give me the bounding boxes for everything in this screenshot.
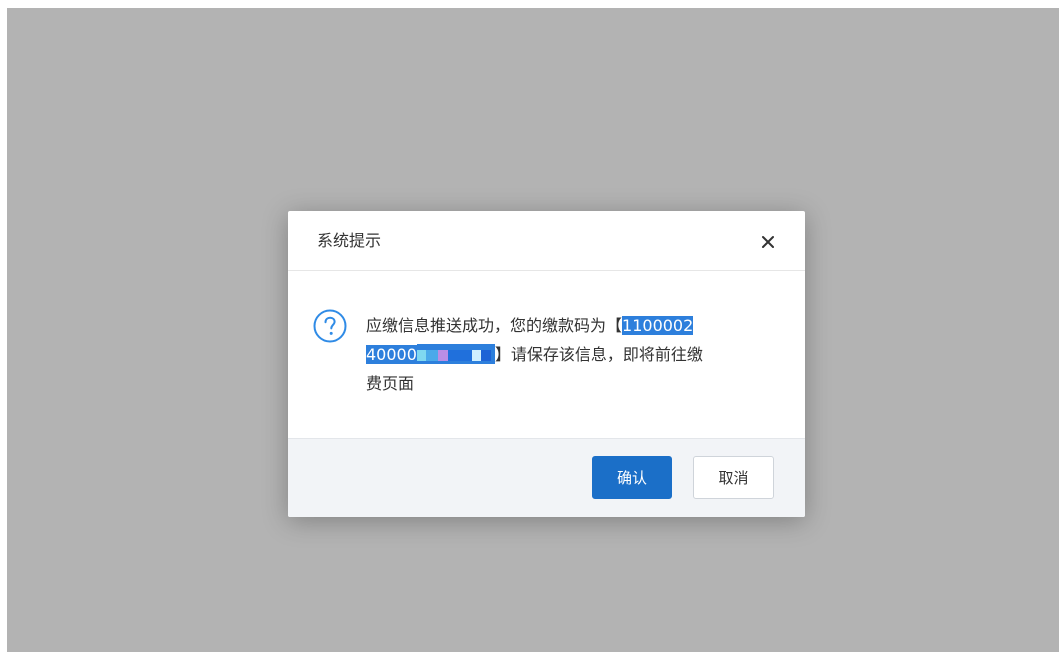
message-prefix: 应缴信息推送成功，您的缴款码为 xyxy=(366,316,607,335)
message-line-1: 应缴信息推送成功，您的缴款码为【1100002 xyxy=(366,311,786,340)
system-prompt-dialog: 系统提示 应缴信息推送成功，您的缴款码为【1100002 40000 】请保存该信… xyxy=(288,211,805,517)
confirm-button[interactable]: 确认 xyxy=(592,456,672,499)
message-after-code: 请保存该信息，即将前往缴 xyxy=(510,345,703,364)
close-bracket: 】 xyxy=(494,345,511,364)
message-line-3: 费页面 xyxy=(366,374,415,393)
message-line-2: 40000 】请保存该信息，即将前往缴 xyxy=(366,340,786,369)
payment-code-part-1: 1100002 xyxy=(622,316,694,335)
payment-code-highlight-1: 【1100002 xyxy=(606,316,694,335)
dialog-footer: 确认 取消 xyxy=(288,438,805,517)
open-bracket: 【 xyxy=(606,316,623,335)
question-circle-icon xyxy=(313,309,347,343)
payment-code-highlight-2: 40000 xyxy=(366,344,495,364)
dialog-header: 系统提示 xyxy=(288,211,805,271)
dialog-body: 应缴信息推送成功，您的缴款码为【1100002 40000 】请保存该信息，即将前… xyxy=(288,271,805,438)
dialog-title: 系统提示 xyxy=(317,231,382,250)
redacted-code xyxy=(416,344,495,364)
payment-code-part-2: 40000 xyxy=(366,345,417,364)
cancel-button[interactable]: 取消 xyxy=(693,456,774,499)
dialog-message: 应缴信息推送成功，您的缴款码为【1100002 40000 】请保存该信息，即将前… xyxy=(366,311,786,398)
close-icon[interactable] xyxy=(759,233,777,251)
